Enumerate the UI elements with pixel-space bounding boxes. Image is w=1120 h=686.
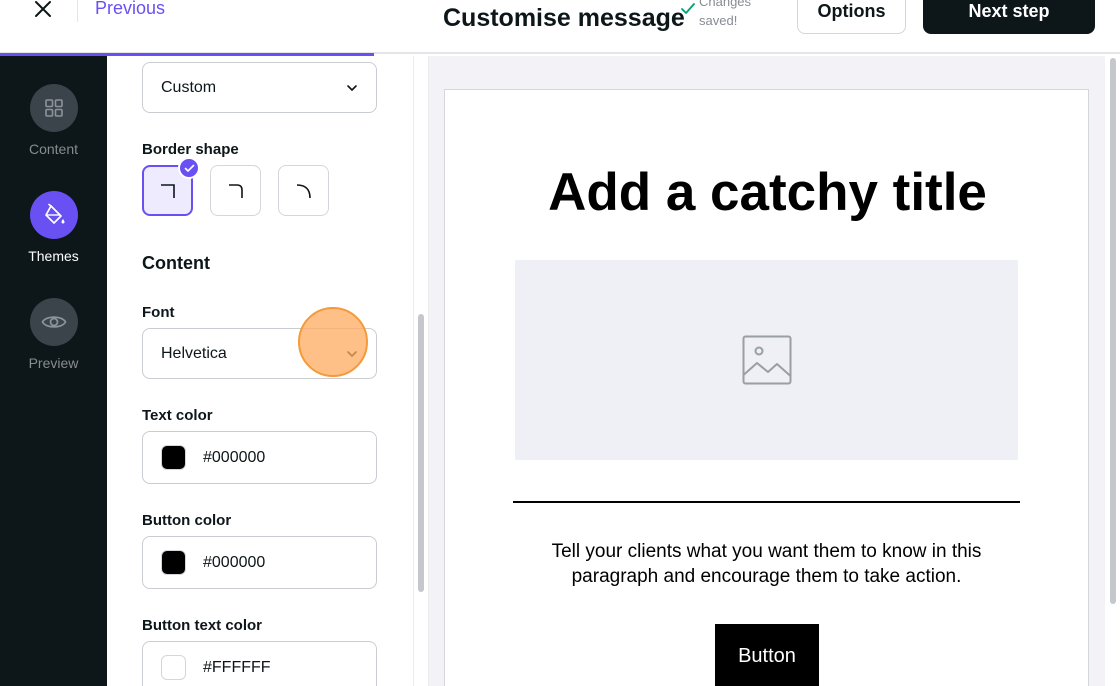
previous-link[interactable]: Previous [95,0,165,19]
image-placeholder-icon [742,335,791,385]
button-color-field[interactable]: #000000 [142,536,377,589]
email-preview-area: Add a catchy title Tell your clients wha… [429,56,1120,686]
rounded-corner-icon [228,183,243,198]
button-color-label: Button color [142,512,232,529]
save-status-text: Changes saved! [699,0,752,28]
square-corner-icon [160,183,175,198]
nav-label-themes: Themes [28,248,79,264]
nav-icon-circle [29,298,78,346]
chevron-down-icon [347,350,357,357]
button-color-value: #000000 [203,553,266,571]
nav-item-themes[interactable]: Themes [0,191,107,264]
text-color-label: Text color [142,407,213,424]
panel-scrollbar[interactable] [413,56,429,686]
button-text-color-value: #FFFFFF [203,658,271,676]
email-title[interactable]: Add a catchy title [445,162,1090,223]
preview-scrollbar-thumb[interactable] [1110,58,1116,604]
close-icon [35,1,51,17]
panel-scrollbar-thumb[interactable] [418,314,424,592]
email-divider [513,501,1020,503]
email-button[interactable]: Button [715,624,819,686]
font-label: Font [142,304,175,321]
grid-icon [44,99,63,117]
border-shape-rounded[interactable] [210,165,261,216]
nav-item-preview[interactable]: Preview [0,298,107,371]
nav-icon-circle [29,84,78,132]
email-image-placeholder[interactable] [515,260,1018,460]
nav-label-content: Content [28,141,79,157]
options-button[interactable]: Options [797,0,906,34]
style-select-value: Custom [161,78,217,96]
text-color-field[interactable]: #000000 [142,431,377,484]
font-select[interactable]: Helvetica [142,328,377,379]
email-paragraph[interactable]: Tell your clients what you want them to … [515,539,1018,589]
check-icon [184,164,194,172]
font-select-value: Helvetica [161,344,227,362]
style-select[interactable]: Custom [142,62,377,113]
nav-item-content[interactable]: Content [0,84,107,157]
save-status: Changes saved! [680,0,769,30]
chevron-down-icon [347,84,357,91]
side-nav: Content Themes Preview [0,56,107,686]
nav-label-preview: Preview [28,355,79,371]
button-color-swatch[interactable] [161,550,186,575]
content-heading: Content [142,253,210,273]
button-text-color-swatch[interactable] [161,655,186,680]
text-color-value: #000000 [203,448,266,466]
close-button[interactable] [28,0,58,24]
next-step-button[interactable]: Next step [923,0,1095,34]
paint-bucket-icon [44,203,64,224]
preview-scrollbar[interactable] [1105,56,1120,686]
check-icon [681,3,695,14]
button-text-color-label: Button text color [142,617,262,634]
header-divider [77,0,78,22]
button-text-color-field[interactable]: #FFFFFF [142,641,377,686]
theme-settings-panel: Custom Border shape Content Font Helveti… [107,56,413,686]
top-bar: Previous Customise message Changes saved… [0,0,1120,54]
round-corner-icon [296,183,311,198]
page-title: Customise message [443,4,685,32]
border-shape-round[interactable] [278,165,329,216]
email-canvas: Add a catchy title Tell your clients wha… [444,89,1089,686]
eye-icon [41,316,66,328]
border-shape-label: Border shape [142,141,239,158]
nav-icon-circle [29,191,78,239]
text-color-swatch[interactable] [161,445,186,470]
selected-badge [178,157,200,179]
